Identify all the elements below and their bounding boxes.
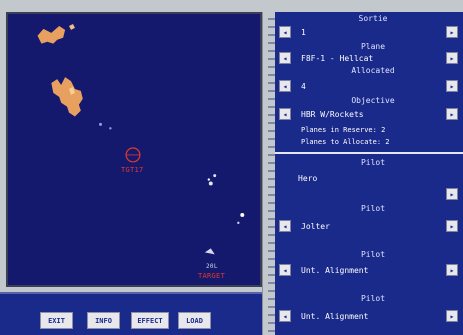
sortie-value: 1 [301,28,306,37]
pilot-4-prev-button[interactable]: ◂ [279,310,291,322]
pilot-1-next-button[interactable]: ▸ [446,188,458,200]
objective-value: HBR W/Rockets [301,110,364,119]
pilot-3-next-button[interactable]: ▸ [446,264,458,276]
game-screen: TGT17 20L TARGET EXIT INFO EFFECT LOAD S… [0,0,463,335]
pilot-3-title: Pilot [360,250,386,259]
pilot-2-title: Pilot [360,204,386,213]
blip-6 [240,212,245,217]
blip-1 [99,122,103,126]
objective-prev-button[interactable]: ◂ [279,108,291,120]
pilot-1-value: Hero [298,174,318,183]
objective-title: Objective [351,96,395,105]
count-prev-button[interactable]: ◂ [279,80,291,92]
pilot-4-next-button[interactable]: ▸ [446,310,458,322]
sortie-panel: Sortie ◂ 1 ▸ Plane ◂ F8F-1 - Hellcat ▸ A… [268,12,463,335]
pilot-2-value: Jolter [301,222,330,231]
sortie-next-button[interactable]: ▸ [446,26,458,38]
pilot-4-value: Unt. Alignment [301,312,369,321]
pilot-1-title: Pilot [360,158,386,167]
blip-3 [208,181,213,186]
pilot-4-title: Pilot [360,294,386,303]
count-next-button[interactable]: ▸ [446,80,458,92]
blip-5 [207,178,210,181]
pilot-3-value: Unt. Alignment [301,266,369,275]
plane-next-button[interactable]: ▸ [446,52,458,64]
plane-title: Plane [360,42,386,51]
effect-button[interactable]: EFFECT [131,312,169,329]
tactical-map[interactable]: TGT17 20L TARGET [6,12,262,287]
load-button[interactable]: LOAD [178,312,211,329]
section-divider [275,152,463,154]
info-button[interactable]: INFO [87,312,120,329]
island-northwest-islet [69,23,75,30]
sortie-title: Sortie [358,14,388,23]
planes-in-reserve: Planes in Reserve: 2 [301,126,386,134]
sortie-prev-button[interactable]: ◂ [279,26,291,38]
plane-status: Allocated [351,66,395,75]
plane-prev-button[interactable]: ◂ [279,52,291,64]
planes-to-allocate: Planes to Allocate: 2 [301,138,390,146]
map-terrain [37,23,245,255]
exit-button[interactable]: EXIT [40,312,73,329]
blip-7 [237,221,240,225]
pilot-3-prev-button[interactable]: ◂ [279,264,291,276]
objective-next-button[interactable]: ▸ [446,108,458,120]
plane-value: F8F-1 - Hellcat [301,54,374,63]
target-label-secondary: TARGET [198,272,226,280]
island-northwest [37,25,66,44]
command-bar: EXIT INFO EFFECT LOAD [0,292,266,335]
blip-4 [213,174,217,178]
waypoint-marker [204,248,215,255]
count-value: 4 [301,82,306,91]
pilot-2-prev-button[interactable]: ◂ [279,220,291,232]
pilot-2-next-button[interactable]: ▸ [446,220,458,232]
island-central [51,77,83,117]
target-label: TGT17 [121,166,144,174]
blip-2 [109,127,112,130]
coordinate-label: 20L [206,263,218,270]
